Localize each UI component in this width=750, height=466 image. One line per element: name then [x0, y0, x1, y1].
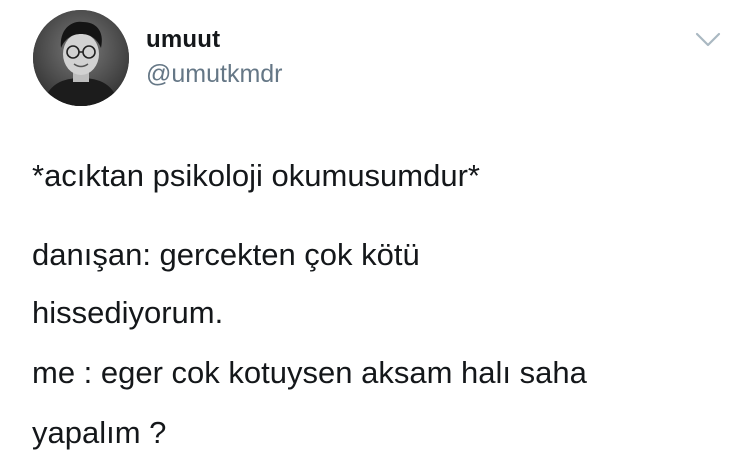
avatar[interactable] — [33, 10, 129, 106]
chevron-down-icon[interactable] — [693, 28, 723, 52]
tweet-text-line: danışan: gercekten çok kötü — [32, 237, 420, 272]
display-name[interactable]: umuut — [146, 26, 220, 54]
tweet-text-line: hissediyorum. — [32, 295, 224, 330]
tweet-card: umuut @umutkmdr *acıktan psikoloji okumu… — [0, 0, 750, 466]
tweet-text-line: yapalım ? — [32, 415, 167, 450]
user-handle[interactable]: @umutkmdr — [146, 60, 283, 89]
tweet-text-line: me : eger cok kotuysen aksam halı saha — [32, 355, 587, 390]
tweet-text-line: *acıktan psikoloji okumusumdur* — [32, 158, 480, 193]
avatar-photo — [33, 10, 129, 106]
